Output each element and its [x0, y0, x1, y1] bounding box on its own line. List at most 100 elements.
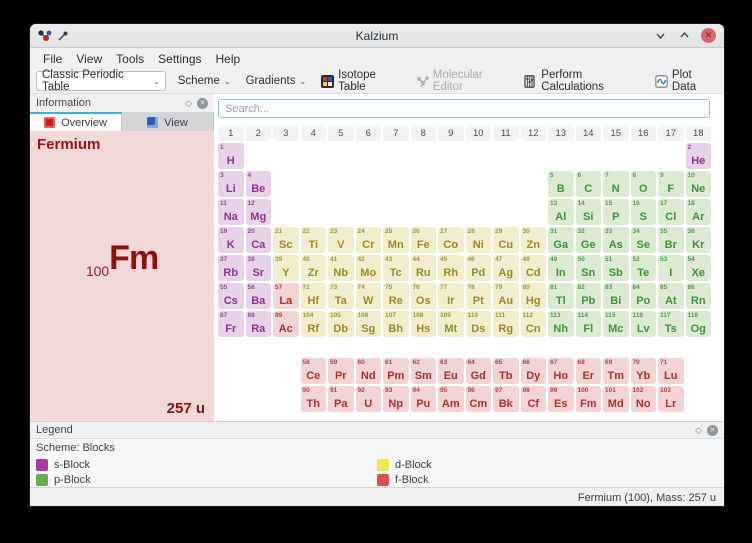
element-cell-mt[interactable]: 109Mt [438, 311, 464, 337]
element-cell-o[interactable]: 8O [631, 171, 657, 197]
element-cell-f[interactable]: 9F [658, 171, 684, 197]
element-cell-ne[interactable]: 10Ne [686, 171, 712, 197]
element-cell-re[interactable]: 75Re [383, 283, 409, 309]
element-cell-br[interactable]: 35Br [658, 227, 684, 253]
element-cell-mn[interactable]: 25Mn [383, 227, 409, 253]
tab-view[interactable]: View [122, 112, 214, 131]
element-cell-cm[interactable]: 96Cm [466, 386, 492, 412]
isotope-table-button[interactable]: Isotope Table [318, 67, 404, 95]
element-cell-fm[interactable]: 100Fm [576, 386, 602, 412]
element-cell-sn[interactable]: 50Sn [576, 255, 602, 281]
element-cell-nd[interactable]: 60Nd [356, 358, 382, 384]
element-cell-tm[interactable]: 69Tm [603, 358, 629, 384]
element-cell-rf[interactable]: 104Rf [301, 311, 327, 337]
element-cell-se[interactable]: 34Se [631, 227, 657, 253]
element-cell-ca[interactable]: 20Ca [246, 227, 272, 253]
element-cell-th[interactable]: 90Th [301, 386, 327, 412]
menu-item-settings[interactable]: Settings [151, 50, 208, 68]
element-cell-p[interactable]: 15P [603, 199, 629, 225]
element-cell-pb[interactable]: 82Pb [576, 283, 602, 309]
element-cell-cn[interactable]: 112Cn [521, 311, 547, 337]
element-cell-u[interactable]: 92U [356, 386, 382, 412]
element-cell-ga[interactable]: 31Ga [548, 227, 574, 253]
element-cell-no[interactable]: 102No [631, 386, 657, 412]
element-cell-bi[interactable]: 83Bi [603, 283, 629, 309]
close-panel-icon[interactable]: ✕ [707, 425, 718, 436]
element-cell-cl[interactable]: 17Cl [658, 199, 684, 225]
element-cell-mo[interactable]: 42Mo [356, 255, 382, 281]
element-cell-ag[interactable]: 47Ag [493, 255, 519, 281]
close-panel-icon[interactable]: ✕ [197, 98, 208, 109]
float-panel-icon[interactable]: ◇ [695, 425, 702, 436]
element-cell-sr[interactable]: 38Sr [246, 255, 272, 281]
element-cell-fe[interactable]: 26Fe [411, 227, 437, 253]
element-cell-n[interactable]: 7N [603, 171, 629, 197]
element-cell-rg[interactable]: 111Rg [493, 311, 519, 337]
element-cell-k[interactable]: 19K [218, 227, 244, 253]
menu-item-help[interactable]: Help [209, 50, 248, 68]
search-input[interactable] [218, 99, 710, 118]
element-cell-pm[interactable]: 61Pm [383, 358, 409, 384]
element-cell-w[interactable]: 74W [356, 283, 382, 309]
element-cell-rh[interactable]: 45Rh [438, 255, 464, 281]
element-cell-pu[interactable]: 94Pu [411, 386, 437, 412]
titlebar[interactable]: Kalzium [30, 24, 724, 48]
element-cell-ar[interactable]: 18Ar [686, 199, 712, 225]
element-cell-ti[interactable]: 22Ti [301, 227, 327, 253]
element-cell-es[interactable]: 99Es [548, 386, 574, 412]
element-cell-he[interactable]: 2He [686, 143, 712, 169]
element-cell-ac[interactable]: 89Ac [273, 311, 299, 337]
element-cell-te[interactable]: 52Te [631, 255, 657, 281]
element-cell-bh[interactable]: 107Bh [383, 311, 409, 337]
element-cell-pd[interactable]: 46Pd [466, 255, 492, 281]
element-cell-eu[interactable]: 63Eu [438, 358, 464, 384]
element-cell-ru[interactable]: 44Ru [411, 255, 437, 281]
element-cell-ir[interactable]: 77Ir [438, 283, 464, 309]
element-cell-fl[interactable]: 114Fl [576, 311, 602, 337]
element-cell-tl[interactable]: 81Tl [548, 283, 574, 309]
element-cell-fr[interactable]: 87Fr [218, 311, 244, 337]
minimize-icon[interactable] [653, 29, 667, 43]
element-cell-pr[interactable]: 59Pr [328, 358, 354, 384]
element-cell-in[interactable]: 49In [548, 255, 574, 281]
element-cell-lv[interactable]: 116Lv [631, 311, 657, 337]
float-panel-icon[interactable]: ◇ [185, 98, 192, 109]
element-cell-al[interactable]: 13Al [548, 199, 574, 225]
element-cell-db[interactable]: 105Db [328, 311, 354, 337]
element-cell-ra[interactable]: 88Ra [246, 311, 272, 337]
element-cell-h[interactable]: 1H [218, 143, 244, 169]
element-cell-rb[interactable]: 37Rb [218, 255, 244, 281]
element-cell-au[interactable]: 79Au [493, 283, 519, 309]
element-cell-er[interactable]: 68Er [576, 358, 602, 384]
element-cell-xe[interactable]: 54Xe [686, 255, 712, 281]
element-cell-ce[interactable]: 58Ce [301, 358, 327, 384]
element-cell-la[interactable]: 57La [273, 283, 299, 309]
element-cell-hf[interactable]: 72Hf [301, 283, 327, 309]
element-cell-am[interactable]: 95Am [438, 386, 464, 412]
element-cell-pa[interactable]: 91Pa [328, 386, 354, 412]
element-cell-bk[interactable]: 97Bk [493, 386, 519, 412]
table-view-selector[interactable]: Classic Periodic Table ⌄ [36, 71, 166, 91]
element-cell-b[interactable]: 5B [548, 171, 574, 197]
element-cell-mc[interactable]: 115Mc [603, 311, 629, 337]
element-cell-c[interactable]: 6C [576, 171, 602, 197]
element-cell-na[interactable]: 11Na [218, 199, 244, 225]
element-cell-s[interactable]: 16S [631, 199, 657, 225]
element-cell-np[interactable]: 93Np [383, 386, 409, 412]
element-cell-os[interactable]: 76Os [411, 283, 437, 309]
element-cell-si[interactable]: 14Si [576, 199, 602, 225]
element-cell-y[interactable]: 39Y [273, 255, 299, 281]
element-cell-sc[interactable]: 21Sc [273, 227, 299, 253]
element-cell-sb[interactable]: 51Sb [603, 255, 629, 281]
element-cell-cf[interactable]: 98Cf [521, 386, 547, 412]
element-cell-lu[interactable]: 71Lu [658, 358, 684, 384]
element-cell-v[interactable]: 23V [328, 227, 354, 253]
element-cell-li[interactable]: 3Li [218, 171, 244, 197]
element-cell-rn[interactable]: 86Rn [686, 283, 712, 309]
perform-calculations-button[interactable]: Perform Calculations [521, 67, 643, 95]
molecular-editor-button[interactable]: Molecular Editor [413, 67, 513, 95]
menu-item-tools[interactable]: Tools [109, 50, 151, 68]
element-cell-i[interactable]: 53I [658, 255, 684, 281]
element-cell-cd[interactable]: 48Cd [521, 255, 547, 281]
element-cell-og[interactable]: 118Og [686, 311, 712, 337]
